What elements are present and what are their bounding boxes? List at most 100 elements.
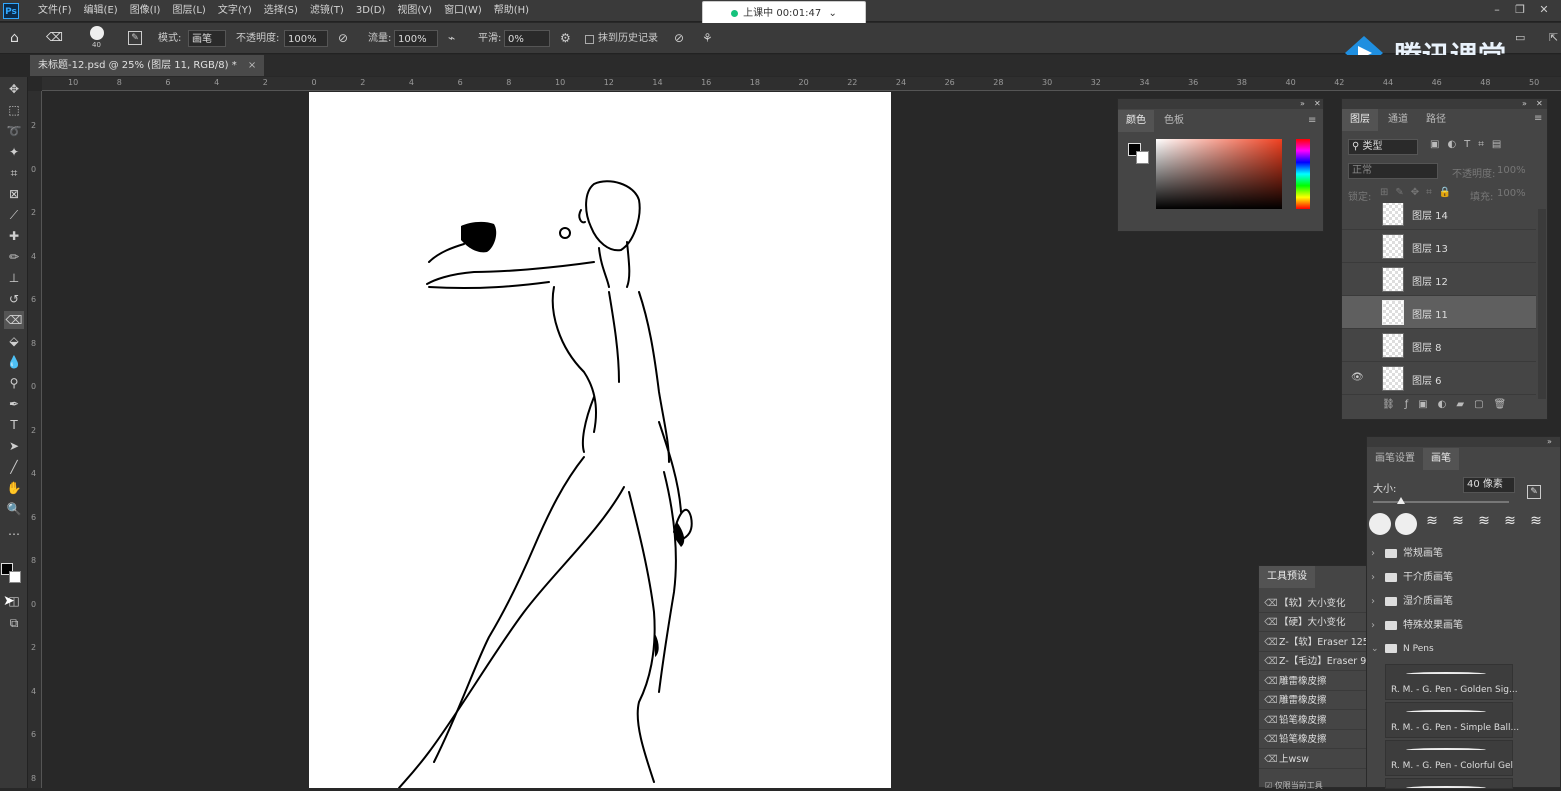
- visibility-toggle[interactable]: [1351, 307, 1363, 317]
- size-input[interactable]: 40 像素: [1463, 477, 1515, 493]
- tab-color[interactable]: 颜色: [1118, 110, 1154, 132]
- preset-item[interactable]: ⌫雕雷橡皮擦: [1259, 691, 1369, 710]
- pressure-opacity-icon[interactable]: ⊘: [338, 31, 348, 45]
- collapse-icon[interactable]: »: [1300, 99, 1305, 108]
- brush-folder[interactable]: › 特殊效果画笔: [1367, 614, 1561, 638]
- brush-item[interactable]: R. M. - G. Pen - Colorful Gel: [1385, 740, 1513, 776]
- layer-filter-icons[interactable]: ▣◐T⌗▤: [1430, 139, 1509, 150]
- size-slider-thumb[interactable]: [1397, 497, 1405, 504]
- size-slider[interactable]: [1373, 501, 1509, 503]
- close-window-icon[interactable]: ✕: [1533, 0, 1555, 20]
- preset-item[interactable]: ⌫【软】大小变化: [1259, 594, 1369, 613]
- brush-folder[interactable]: › 湿介质画笔: [1367, 590, 1561, 614]
- brush-preset-icon[interactable]: [90, 26, 104, 40]
- layer-filter-select[interactable]: ⚲ 类型: [1348, 139, 1418, 155]
- brush-settings-icon[interactable]: ✎: [128, 31, 142, 45]
- hue-slider[interactable]: [1296, 139, 1310, 209]
- menu-help[interactable]: 帮助(H): [488, 0, 535, 22]
- home-icon[interactable]: ⌂: [10, 30, 19, 46]
- menu-file[interactable]: 文件(F): [32, 0, 78, 22]
- tab-brush-settings[interactable]: 画笔设置: [1367, 448, 1423, 470]
- preset-item[interactable]: ⌫上wsw: [1259, 750, 1369, 769]
- layer-footer-icons[interactable]: ⛓ƒ▣◐▰▢🗑: [1382, 399, 1516, 410]
- brush-tip-icon[interactable]: ≋: [1421, 513, 1443, 535]
- magic-wand-tool-icon[interactable]: ✦: [4, 143, 24, 161]
- brush-tip-icon[interactable]: ≋: [1499, 513, 1521, 535]
- screen-mode-icon[interactable]: ⧉: [4, 614, 24, 632]
- workspace-icon[interactable]: ▭: [1515, 31, 1525, 44]
- restore-icon[interactable]: ❐: [1509, 0, 1531, 20]
- panel-menu-icon[interactable]: ≡: [1534, 113, 1542, 124]
- visibility-toggle[interactable]: [1351, 274, 1363, 284]
- brush-item[interactable]: R. M. - G. Pen - Simple Ball...: [1385, 702, 1519, 738]
- more-tools-icon[interactable]: ⋯: [4, 525, 24, 543]
- menu-select[interactable]: 选择(S): [258, 0, 304, 22]
- preset-item[interactable]: ⌫铅笔橡皮擦: [1259, 730, 1369, 749]
- menu-filter[interactable]: 滤镜(T): [304, 0, 350, 22]
- smooth-input[interactable]: 0%: [504, 30, 550, 47]
- preset-item[interactable]: ⌫雕雷橡皮擦: [1259, 672, 1369, 691]
- pressure-size-icon[interactable]: ⊘: [674, 31, 684, 45]
- lasso-tool-icon[interactable]: ➰: [4, 122, 24, 140]
- preset-item[interactable]: ⌫Z-【软】Eraser 125: [1259, 633, 1369, 652]
- tab-channels[interactable]: 通道: [1380, 109, 1416, 131]
- move-tool-icon[interactable]: ✥: [4, 80, 24, 98]
- menu-view[interactable]: 视图(V): [391, 0, 438, 22]
- layers-scrollbar[interactable]: [1538, 209, 1546, 399]
- current-tool-only-checkbox[interactable]: ☑ 仅限当前工具: [1265, 780, 1323, 791]
- tab-paths[interactable]: 路径: [1418, 109, 1454, 131]
- pen-tool-icon[interactable]: ✒: [4, 395, 24, 413]
- menu-layer[interactable]: 图层(L): [166, 0, 211, 22]
- menu-window[interactable]: 窗口(W): [438, 0, 488, 22]
- brush-tip-icon[interactable]: [1369, 513, 1391, 535]
- marquee-tool-icon[interactable]: ⬚: [4, 101, 24, 119]
- layer-row[interactable]: 图层 8: [1342, 329, 1536, 362]
- layer-row-selected[interactable]: 图层 11: [1342, 296, 1536, 329]
- hand-tool-icon[interactable]: ✋: [4, 479, 24, 497]
- layer-row[interactable]: 图层 14: [1342, 203, 1536, 230]
- new-brush-icon[interactable]: ✎: [1527, 485, 1541, 499]
- gear-icon[interactable]: ⚙: [560, 31, 571, 45]
- close-panel-icon[interactable]: ✕: [1314, 99, 1321, 108]
- brush-tip-icon[interactable]: ≋: [1525, 513, 1547, 535]
- panel-menu-icon[interactable]: ≡: [1308, 115, 1316, 126]
- brush-tip-icon[interactable]: ≋: [1473, 513, 1495, 535]
- close-tab-icon[interactable]: ×: [248, 60, 256, 71]
- brush-item[interactable]: [1385, 778, 1513, 789]
- brush-tip-icon[interactable]: [1395, 513, 1417, 535]
- crop-tool-icon[interactable]: ⌗: [4, 164, 24, 182]
- eraser-tool-icon[interactable]: ⌫: [46, 30, 63, 44]
- menu-3d[interactable]: 3D(D): [350, 0, 392, 22]
- healing-brush-tool-icon[interactable]: ✚: [4, 227, 24, 245]
- menu-edit[interactable]: 编辑(E): [78, 0, 124, 22]
- flow-input[interactable]: 100%: [394, 30, 438, 47]
- eyedropper-tool-icon[interactable]: ⟋: [4, 206, 24, 224]
- collapse-icon[interactable]: »: [1522, 99, 1527, 108]
- collapse-icon[interactable]: »: [1547, 437, 1552, 446]
- tab-swatches[interactable]: 色板: [1156, 110, 1192, 132]
- path-selection-tool-icon[interactable]: ➤: [4, 437, 24, 455]
- close-panel-icon[interactable]: ✕: [1536, 99, 1543, 108]
- frame-tool-icon[interactable]: ⊠: [4, 185, 24, 203]
- brush-folder[interactable]: › 干介质画笔: [1367, 566, 1561, 590]
- stamp-tool-icon[interactable]: ⊥: [4, 269, 24, 287]
- zoom-tool-icon[interactable]: 🔍: [4, 500, 24, 518]
- symmetry-icon[interactable]: ⚘: [702, 31, 713, 45]
- brush-folder-open[interactable]: ⌄ N Pens: [1367, 637, 1561, 661]
- class-timer[interactable]: 上课中 00:01:47 ⌄: [702, 1, 866, 25]
- opacity-input[interactable]: 100%: [284, 30, 328, 47]
- dodge-tool-icon[interactable]: ⚲: [4, 374, 24, 392]
- history-checkbox[interactable]: [585, 35, 594, 44]
- brush-item[interactable]: R. M. - G. Pen - Golden Sig...: [1385, 664, 1518, 700]
- menu-type[interactable]: 文字(Y): [212, 0, 258, 22]
- tab-layers[interactable]: 图层: [1342, 109, 1378, 131]
- type-tool-icon[interactable]: T: [4, 416, 24, 434]
- color-field[interactable]: [1156, 139, 1282, 209]
- visibility-toggle[interactable]: [1351, 241, 1363, 251]
- document-canvas[interactable]: [309, 92, 891, 789]
- layer-row[interactable]: 图层 12: [1342, 263, 1536, 296]
- mode-select[interactable]: 画笔: [188, 30, 226, 47]
- layer-opacity-value[interactable]: 100%: [1497, 165, 1526, 176]
- brush-tool-icon[interactable]: ✏: [4, 248, 24, 266]
- preset-item[interactable]: ⌫铅笔橡皮擦: [1259, 711, 1369, 730]
